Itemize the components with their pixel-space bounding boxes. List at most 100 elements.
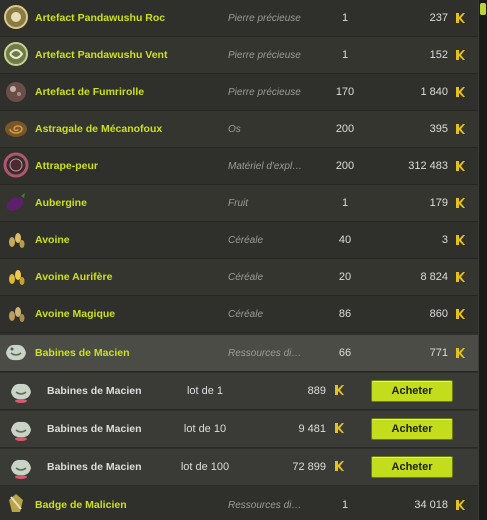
wind-rune-icon [4,42,28,66]
item-price: 860 [429,308,448,320]
item-quantity: 66 [338,347,352,359]
item-price: 312 483 [408,160,448,172]
item-quantity: 40 [338,234,352,246]
item-name: Badge de Malicien [35,499,127,511]
kama-icon [335,461,344,471]
lot-item-name: Babines de Macien [47,461,142,473]
babines-icon [11,383,31,403]
lot-item-name: Babines de Macien [47,385,142,397]
item-category: Pierre précieuse [228,49,301,61]
item-quantity: 1 [341,12,349,24]
scrollbar-thumb[interactable] [480,3,486,15]
list-item[interactable]: Badge de Malicien Ressources di… 1 34 01… [0,487,478,520]
lot-price: 72 899 [292,461,326,473]
badge-icon [9,494,23,512]
kama-icon [456,161,465,171]
lot-price: 9 481 [298,423,326,435]
babines-icon [11,421,31,441]
item-category: Fruit [228,197,248,209]
item-name: Astragale de Mécanofoux [35,123,163,135]
lot-price: 889 [307,385,326,397]
item-name: Artefact Pandawushu Vent [35,49,168,61]
item-category: Pierre précieuse [228,86,301,98]
item-category: Ressources di… [228,499,302,511]
kama-icon [456,235,465,245]
golden-oat-icon [9,270,25,285]
item-name: Artefact Pandawushu Roc [35,12,166,24]
item-price: 3 [441,234,448,246]
kama-icon [456,272,465,282]
buy-button[interactable]: Acheter [371,380,453,402]
buy-button[interactable]: Acheter [371,456,453,478]
list-item[interactable]: Artefact Pandawushu Vent Pierre précieus… [0,37,478,74]
item-quantity: 1 [341,49,349,61]
buy-button[interactable]: Acheter [371,418,453,440]
kama-icon [456,309,465,319]
item-name: Attrape-peur [35,160,99,172]
list-item[interactable]: Artefact Pandawushu Roc Pierre précieuse… [0,0,478,37]
list-item[interactable]: Aubergine Fruit 1 179 [0,185,478,222]
oat-icon [9,233,25,248]
roc-rune-icon [4,5,28,29]
item-price: 395 [429,123,448,135]
item-quantity: 200 [335,123,355,135]
item-price: 237 [429,12,448,24]
item-name: Artefact de Fumrirolle [35,86,145,98]
item-quantity: 20 [338,271,352,283]
item-name: Avoine Aurifère [35,271,113,283]
item-quantity: 170 [335,86,355,98]
item-category: Os [228,123,241,135]
list-item[interactable]: Astragale de Mécanofoux Os 200 395 [0,111,478,148]
babines-icon [11,459,31,479]
item-name: Babines de Macien [35,347,130,359]
lot-row: Babines de Macien lot de 100 72 899 Ache… [0,449,478,486]
dreamcatcher-icon [3,152,29,178]
kama-icon [456,87,465,97]
item-quantity: 86 [338,308,352,320]
kama-icon [456,50,465,60]
fumrirolle-icon [6,82,26,102]
item-quantity: 1 [341,499,349,511]
list-item[interactable]: Avoine Céréale 40 3 [0,222,478,259]
kama-icon [456,198,465,208]
list-item[interactable]: Avoine Magique Céréale 86 860 [0,296,478,333]
item-category: Ressources di… [228,347,302,359]
item-price: 34 018 [414,499,448,511]
item-category: Céréale [228,271,264,283]
spiral-bone-icon [5,121,27,137]
item-name: Avoine Magique [35,308,116,320]
item-name: Avoine [35,234,70,246]
item-quantity: 1 [341,197,349,209]
item-quantity: 200 [335,160,355,172]
lot-size: lot de 100 [180,461,230,473]
kama-icon [456,124,465,134]
list-item-selected[interactable]: Babines de Macien Ressources di… 66 771 [0,335,478,372]
list-item[interactable]: Artefact de Fumrirolle Pierre précieuse … [0,74,478,111]
item-price: 771 [429,347,448,359]
list-item[interactable]: Avoine Aurifère Céréale 20 8 824 [0,259,478,296]
scrollbar[interactable] [478,0,487,520]
item-category: Céréale [228,234,264,246]
list-item[interactable]: Attrape-peur Matériel d'expl… 200 312 48… [0,148,478,185]
kama-icon [456,500,465,510]
item-price: 1 840 [420,86,448,98]
lot-size: lot de 1 [186,385,224,397]
item-price: 152 [429,49,448,61]
item-category: Céréale [228,308,264,320]
item-name: Aubergine [35,197,87,209]
lot-size: lot de 10 [183,423,227,435]
item-category: Pierre précieuse [228,12,301,24]
lot-row: Babines de Macien lot de 1 889 Acheter [0,373,478,410]
resource-list: Artefact Pandawushu Roc Pierre précieuse… [0,0,478,520]
babines-icon [6,344,26,361]
item-price: 8 824 [420,271,448,283]
item-price: 179 [429,197,448,209]
kama-icon [335,423,344,433]
magic-oat-icon [9,307,25,322]
item-category: Matériel d'expl… [228,160,303,172]
kama-icon [456,13,465,23]
lot-item-name: Babines de Macien [47,423,142,435]
kama-icon [335,385,344,395]
eggplant-icon [6,193,25,211]
lot-row: Babines de Macien lot de 10 9 481 Achete… [0,411,478,448]
